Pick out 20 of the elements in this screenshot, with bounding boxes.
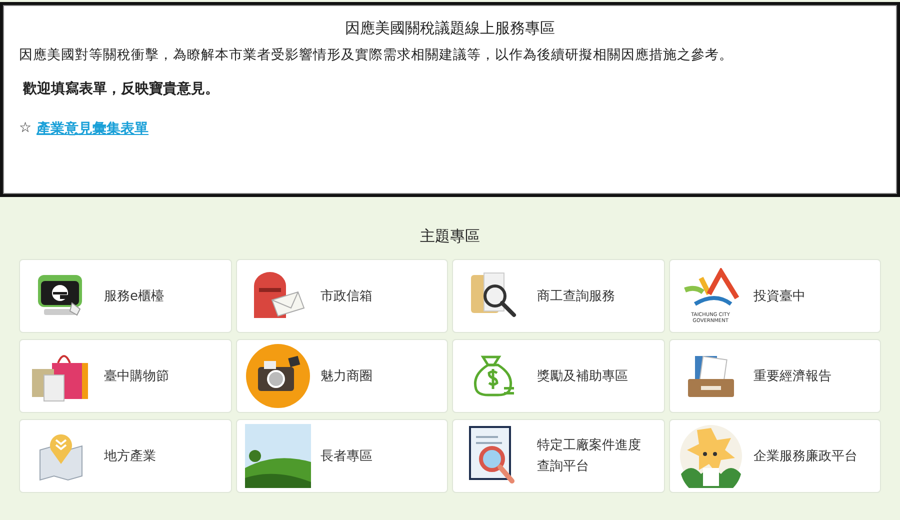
topic-tile[interactable]: 市政信箱 [236, 259, 448, 333]
topic-tile[interactable]: 魅力商圈 [236, 339, 448, 413]
topic-tile[interactable]: 企業服務廉政平台 [668, 419, 881, 493]
topic-tile[interactable]: 地方產業 [19, 419, 232, 493]
topic-tile[interactable]: 重要經濟報告 [668, 339, 881, 413]
topic-tile[interactable]: 臺中購物節 [19, 339, 232, 413]
star-marker: ☆ [19, 120, 32, 138]
money-bag-icon [471, 353, 517, 399]
invitation-text: 歡迎填寫表單，反映寶貴意見。 [23, 80, 220, 98]
section-heading: 主題專區 [419, 227, 481, 246]
mascot-drawing [678, 424, 742, 488]
notice-title: 因應美國關稅議題線上服務專區 [344, 19, 556, 38]
topic-tile[interactable]: 獎勵及補助專區 [452, 339, 664, 413]
landscape-picture [244, 424, 310, 488]
topic-tile[interactable]: 服務e櫃檯 [19, 259, 232, 333]
notice-text: 因應美國對等關稅衝擊，為瞭解本市業者受影響情形及實際需求相關建議等，以作為後續研擬相關因應措施之參考。 [19, 46, 734, 65]
topic-tile[interactable]: 商工查詢服務 [452, 259, 664, 333]
topic-tile[interactable]: 長者專區 [236, 419, 448, 493]
topic-tile[interactable]: 特定工廠案件進度查詢平台 [452, 419, 664, 493]
camera-icon [244, 343, 310, 409]
